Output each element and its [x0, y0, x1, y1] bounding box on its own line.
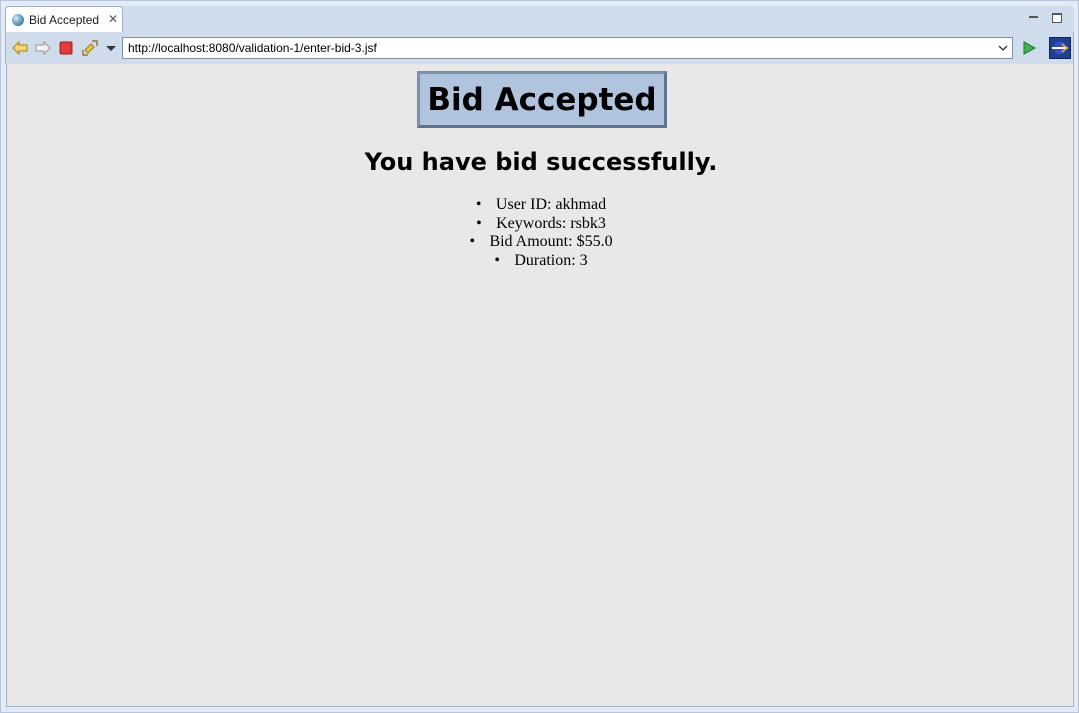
bid-details-list: User ID: akhmad Keywords: rsbk3 Bid Amou… — [7, 196, 1075, 270]
page-heading: Bid Accepted — [427, 81, 657, 118]
refresh-icon[interactable] — [82, 40, 98, 56]
stop-icon[interactable] — [58, 40, 74, 56]
chevron-down-icon[interactable] — [103, 40, 119, 56]
list-item: Bid Amount: $55.0 — [7, 233, 1075, 252]
forward-arrow-icon[interactable] — [35, 40, 51, 56]
list-item: Duration: 3 — [7, 252, 1075, 271]
maximize-icon[interactable] — [1052, 13, 1062, 23]
tab-strip: Bid Accepted ✕ — [5, 6, 1074, 33]
eclipse-icon[interactable] — [1049, 37, 1071, 59]
globe-icon — [12, 14, 24, 26]
list-item: User ID: akhmad — [7, 196, 1075, 215]
page-content: Bid Accepted You have bid successfully. … — [6, 64, 1074, 707]
browser-toolbar: http://localhost:8080/validation-1/enter… — [5, 32, 1074, 64]
browser-window: Bid Accepted ✕ http://localhost:8080/val… — [0, 0, 1079, 713]
address-bar[interactable]: http://localhost:8080/validation-1/enter… — [122, 37, 1013, 59]
go-icon[interactable] — [1021, 40, 1037, 56]
page-heading-box: Bid Accepted — [417, 71, 667, 128]
close-icon[interactable]: ✕ — [107, 12, 119, 26]
list-item: Keywords: rsbk3 — [7, 215, 1075, 234]
page-subheading: You have bid successfully. — [364, 148, 718, 176]
url-text[interactable]: http://localhost:8080/validation-1/enter… — [128, 41, 377, 55]
back-arrow-icon[interactable] — [12, 40, 28, 56]
tab-title: Bid Accepted — [29, 13, 100, 27]
minimize-icon[interactable] — [1029, 13, 1038, 22]
tab-bid-accepted[interactable]: Bid Accepted ✕ — [5, 6, 123, 33]
url-dropdown-icon[interactable] — [997, 41, 1009, 55]
